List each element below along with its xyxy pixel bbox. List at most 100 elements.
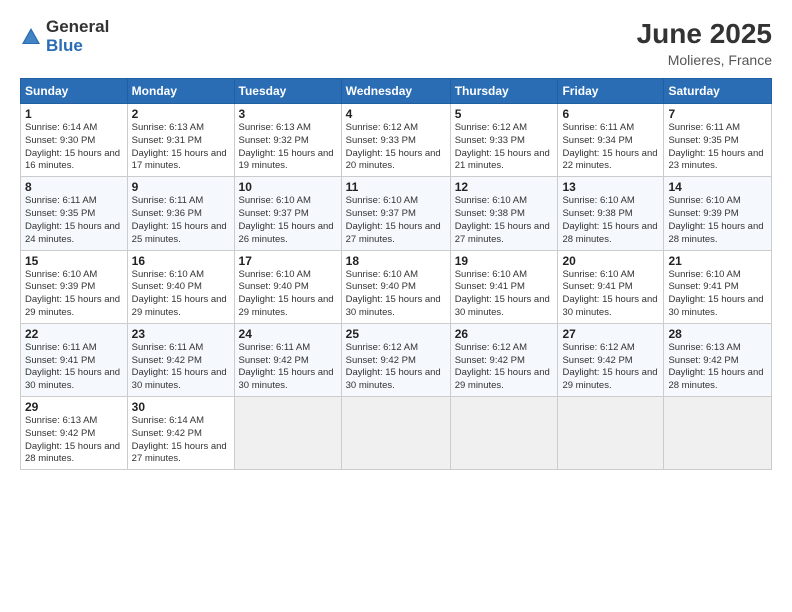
page: General Blue June 2025 Molieres, France …: [0, 0, 792, 612]
calendar-day-cell: [558, 397, 664, 470]
day-number: 6: [562, 107, 659, 121]
day-info: Sunrise: 6:10 AMSunset: 9:40 PMDaylight:…: [346, 269, 446, 320]
day-number: 10: [239, 180, 337, 194]
calendar-day-cell: 12Sunrise: 6:10 AMSunset: 9:38 PMDayligh…: [450, 177, 558, 250]
calendar-day-cell: 17Sunrise: 6:10 AMSunset: 9:40 PMDayligh…: [234, 250, 341, 323]
day-number: 28: [668, 327, 767, 341]
logo-general: General: [46, 18, 109, 37]
day-info: Sunrise: 6:14 AMSunset: 9:30 PMDaylight:…: [25, 122, 123, 173]
day-of-week-header: Monday: [127, 79, 234, 104]
day-info: Sunrise: 6:11 AMSunset: 9:36 PMDaylight:…: [132, 195, 230, 246]
calendar-day-cell: 14Sunrise: 6:10 AMSunset: 9:39 PMDayligh…: [664, 177, 772, 250]
day-number: 1: [25, 107, 123, 121]
calendar-day-cell: 21Sunrise: 6:10 AMSunset: 9:41 PMDayligh…: [664, 250, 772, 323]
day-info: Sunrise: 6:11 AMSunset: 9:34 PMDaylight:…: [562, 122, 659, 173]
day-info: Sunrise: 6:11 AMSunset: 9:35 PMDaylight:…: [668, 122, 767, 173]
day-info: Sunrise: 6:13 AMSunset: 9:32 PMDaylight:…: [239, 122, 337, 173]
day-number: 12: [455, 180, 554, 194]
day-info: Sunrise: 6:10 AMSunset: 9:41 PMDaylight:…: [668, 269, 767, 320]
calendar-day-cell: 24Sunrise: 6:11 AMSunset: 9:42 PMDayligh…: [234, 323, 341, 396]
day-number: 3: [239, 107, 337, 121]
calendar-day-cell: 2Sunrise: 6:13 AMSunset: 9:31 PMDaylight…: [127, 104, 234, 177]
day-info: Sunrise: 6:10 AMSunset: 9:41 PMDaylight:…: [455, 269, 554, 320]
day-info: Sunrise: 6:11 AMSunset: 9:42 PMDaylight:…: [239, 342, 337, 393]
day-info: Sunrise: 6:10 AMSunset: 9:41 PMDaylight:…: [562, 269, 659, 320]
calendar-day-cell: 1Sunrise: 6:14 AMSunset: 9:30 PMDaylight…: [21, 104, 128, 177]
title-block: June 2025 Molieres, France: [637, 18, 772, 68]
day-of-week-header: Friday: [558, 79, 664, 104]
day-of-week-header: Thursday: [450, 79, 558, 104]
calendar-day-cell: 18Sunrise: 6:10 AMSunset: 9:40 PMDayligh…: [341, 250, 450, 323]
day-info: Sunrise: 6:14 AMSunset: 9:42 PMDaylight:…: [132, 415, 230, 466]
calendar-day-cell: 6Sunrise: 6:11 AMSunset: 9:34 PMDaylight…: [558, 104, 664, 177]
day-number: 11: [346, 180, 446, 194]
calendar-day-cell: 27Sunrise: 6:12 AMSunset: 9:42 PMDayligh…: [558, 323, 664, 396]
calendar-day-cell: 5Sunrise: 6:12 AMSunset: 9:33 PMDaylight…: [450, 104, 558, 177]
day-info: Sunrise: 6:10 AMSunset: 9:40 PMDaylight:…: [132, 269, 230, 320]
calendar-week-row: 8Sunrise: 6:11 AMSunset: 9:35 PMDaylight…: [21, 177, 772, 250]
day-number: 14: [668, 180, 767, 194]
calendar-day-cell: 19Sunrise: 6:10 AMSunset: 9:41 PMDayligh…: [450, 250, 558, 323]
day-number: 21: [668, 254, 767, 268]
day-info: Sunrise: 6:11 AMSunset: 9:42 PMDaylight:…: [132, 342, 230, 393]
day-of-week-header: Tuesday: [234, 79, 341, 104]
calendar-day-cell: 10Sunrise: 6:10 AMSunset: 9:37 PMDayligh…: [234, 177, 341, 250]
calendar-day-cell: 22Sunrise: 6:11 AMSunset: 9:41 PMDayligh…: [21, 323, 128, 396]
day-number: 23: [132, 327, 230, 341]
calendar-day-cell: 28Sunrise: 6:13 AMSunset: 9:42 PMDayligh…: [664, 323, 772, 396]
logo-blue: Blue: [46, 37, 109, 56]
calendar-day-cell: 8Sunrise: 6:11 AMSunset: 9:35 PMDaylight…: [21, 177, 128, 250]
day-info: Sunrise: 6:12 AMSunset: 9:42 PMDaylight:…: [346, 342, 446, 393]
calendar-day-cell: 16Sunrise: 6:10 AMSunset: 9:40 PMDayligh…: [127, 250, 234, 323]
calendar-day-cell: 7Sunrise: 6:11 AMSunset: 9:35 PMDaylight…: [664, 104, 772, 177]
calendar-day-cell: 23Sunrise: 6:11 AMSunset: 9:42 PMDayligh…: [127, 323, 234, 396]
calendar-day-cell: 30Sunrise: 6:14 AMSunset: 9:42 PMDayligh…: [127, 397, 234, 470]
logo-text: General Blue: [46, 18, 109, 55]
day-info: Sunrise: 6:12 AMSunset: 9:33 PMDaylight:…: [455, 122, 554, 173]
day-info: Sunrise: 6:10 AMSunset: 9:37 PMDaylight:…: [346, 195, 446, 246]
logo: General Blue: [20, 18, 109, 55]
header: General Blue June 2025 Molieres, France: [20, 18, 772, 68]
day-number: 30: [132, 400, 230, 414]
calendar-day-cell: [234, 397, 341, 470]
day-of-week-header: Wednesday: [341, 79, 450, 104]
day-number: 5: [455, 107, 554, 121]
day-number: 27: [562, 327, 659, 341]
day-info: Sunrise: 6:10 AMSunset: 9:38 PMDaylight:…: [455, 195, 554, 246]
location: Molieres, France: [637, 52, 772, 68]
day-info: Sunrise: 6:10 AMSunset: 9:39 PMDaylight:…: [668, 195, 767, 246]
calendar-day-cell: 29Sunrise: 6:13 AMSunset: 9:42 PMDayligh…: [21, 397, 128, 470]
logo-icon: [20, 26, 42, 48]
calendar-day-cell: 26Sunrise: 6:12 AMSunset: 9:42 PMDayligh…: [450, 323, 558, 396]
day-number: 25: [346, 327, 446, 341]
calendar-day-cell: 25Sunrise: 6:12 AMSunset: 9:42 PMDayligh…: [341, 323, 450, 396]
calendar-day-cell: 13Sunrise: 6:10 AMSunset: 9:38 PMDayligh…: [558, 177, 664, 250]
day-info: Sunrise: 6:13 AMSunset: 9:31 PMDaylight:…: [132, 122, 230, 173]
calendar-week-row: 1Sunrise: 6:14 AMSunset: 9:30 PMDaylight…: [21, 104, 772, 177]
calendar-day-cell: 20Sunrise: 6:10 AMSunset: 9:41 PMDayligh…: [558, 250, 664, 323]
day-number: 4: [346, 107, 446, 121]
day-number: 16: [132, 254, 230, 268]
day-number: 15: [25, 254, 123, 268]
calendar-day-cell: 11Sunrise: 6:10 AMSunset: 9:37 PMDayligh…: [341, 177, 450, 250]
day-number: 13: [562, 180, 659, 194]
day-number: 19: [455, 254, 554, 268]
day-number: 9: [132, 180, 230, 194]
day-number: 18: [346, 254, 446, 268]
calendar-week-row: 29Sunrise: 6:13 AMSunset: 9:42 PMDayligh…: [21, 397, 772, 470]
day-info: Sunrise: 6:10 AMSunset: 9:37 PMDaylight:…: [239, 195, 337, 246]
calendar-table: SundayMondayTuesdayWednesdayThursdayFrid…: [20, 78, 772, 470]
calendar-day-cell: 4Sunrise: 6:12 AMSunset: 9:33 PMDaylight…: [341, 104, 450, 177]
calendar-day-cell: [450, 397, 558, 470]
calendar-day-cell: [341, 397, 450, 470]
day-info: Sunrise: 6:12 AMSunset: 9:42 PMDaylight:…: [455, 342, 554, 393]
day-number: 24: [239, 327, 337, 341]
day-of-week-header: Sunday: [21, 79, 128, 104]
day-info: Sunrise: 6:12 AMSunset: 9:42 PMDaylight:…: [562, 342, 659, 393]
day-info: Sunrise: 6:13 AMSunset: 9:42 PMDaylight:…: [668, 342, 767, 393]
day-number: 17: [239, 254, 337, 268]
day-info: Sunrise: 6:12 AMSunset: 9:33 PMDaylight:…: [346, 122, 446, 173]
day-number: 7: [668, 107, 767, 121]
day-info: Sunrise: 6:10 AMSunset: 9:38 PMDaylight:…: [562, 195, 659, 246]
day-info: Sunrise: 6:10 AMSunset: 9:40 PMDaylight:…: [239, 269, 337, 320]
